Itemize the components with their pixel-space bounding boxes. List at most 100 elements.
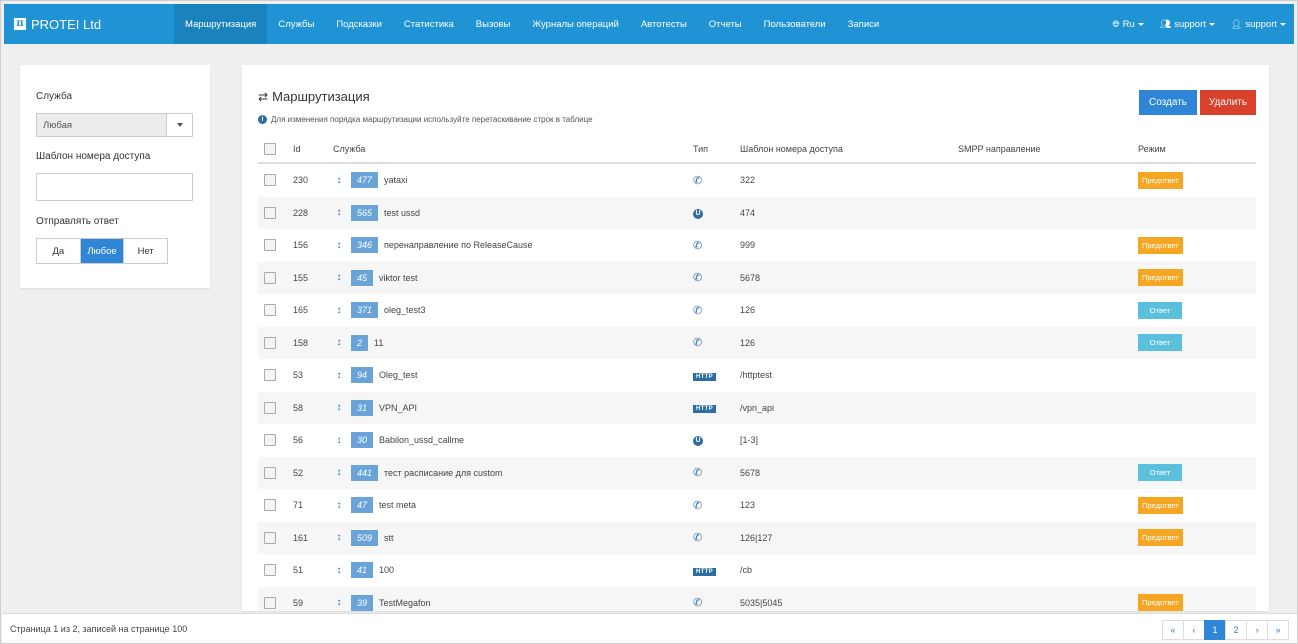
nav-item-3[interactable]: Статистика	[393, 4, 465, 44]
row-checkbox[interactable]	[264, 564, 276, 577]
brand[interactable]: π PROTEI Ltd	[4, 17, 174, 32]
user-group-menu[interactable]: 👥︎ support	[1152, 4, 1223, 44]
nav-item-5[interactable]: Журналы операций	[521, 4, 629, 44]
table-row[interactable]: 228 ↕ 565 test ussd U 474	[258, 196, 1256, 229]
dropdown-arrow-icon[interactable]	[166, 114, 192, 136]
row-checkbox[interactable]	[264, 531, 276, 544]
row-checkbox[interactable]	[264, 466, 276, 479]
drag-handle-icon[interactable]: ↕	[333, 597, 345, 608]
user-menu[interactable]: 👤︎ support	[1223, 4, 1294, 44]
drag-handle-icon[interactable]: ↕	[333, 305, 345, 316]
drag-handle-icon[interactable]: ↕	[333, 565, 345, 576]
column-header-id[interactable]: Id	[293, 144, 333, 154]
table-row[interactable]: 161 ↕ 509 stt ✆ 126|127 Предответ	[258, 521, 1256, 554]
page-button-5[interactable]: »	[1267, 620, 1289, 640]
table-row[interactable]: 56 ↕ 30 Babilon_ussd_callme U [1-3]	[258, 424, 1256, 457]
reply-option-2[interactable]: Нет	[124, 239, 168, 263]
table-row[interactable]: 230 ↕ 477 yataxi ✆ 322 Предответ	[258, 164, 1256, 197]
nav-item-8[interactable]: Пользователи	[753, 4, 837, 44]
row-checkbox[interactable]	[264, 336, 276, 349]
select-all-checkbox[interactable]	[264, 142, 276, 155]
row-select-cell	[258, 564, 293, 577]
page-button-0[interactable]: «	[1162, 620, 1184, 640]
row-checkbox[interactable]	[264, 596, 276, 609]
table-body: 230 ↕ 477 yataxi ✆ 322 Предответ 228 ↕ 565 test us…	[258, 164, 1256, 611]
template-input[interactable]	[36, 173, 193, 201]
column-header-type[interactable]: Тип	[693, 144, 740, 154]
drag-handle-icon[interactable]: ↕	[333, 272, 345, 283]
drag-handle-icon[interactable]: ↕	[333, 402, 345, 413]
row-checkbox[interactable]	[264, 369, 276, 382]
column-header-mode[interactable]: Режим	[1138, 144, 1256, 154]
nav-item-2[interactable]: Подсказки	[325, 4, 393, 44]
reply-option-0[interactable]: Да	[37, 239, 81, 263]
table-row[interactable]: 156 ↕ 346 перенаправление по ReleaseCause ✆ 9…	[258, 229, 1256, 262]
delete-button[interactable]: Удалить	[1200, 90, 1256, 115]
nav-item-1[interactable]: Службы	[267, 4, 325, 44]
drag-handle-icon[interactable]: ↕	[333, 500, 345, 511]
info-icon: i	[258, 115, 267, 124]
row-checkbox[interactable]	[264, 174, 276, 187]
ussd-icon: U	[693, 208, 703, 219]
row-service: ↕ 509 stt	[333, 529, 693, 546]
nav-item-7[interactable]: Отчеты	[698, 4, 753, 44]
phone-icon: ✆	[693, 499, 703, 512]
row-select-cell	[258, 434, 293, 447]
drag-handle-icon[interactable]: ↕	[333, 467, 345, 478]
table-row[interactable]: 51 ↕ 41 100 HTTP/cb	[258, 554, 1256, 587]
column-header-template[interactable]: Шаблон номера доступа	[740, 144, 958, 154]
drag-handle-icon[interactable]: ↕	[333, 207, 345, 218]
drag-handle-icon[interactable]: ↕	[333, 175, 345, 186]
service-id-badge: 94	[351, 367, 374, 384]
service-select[interactable]: Любая	[36, 113, 193, 137]
drag-handle-icon[interactable]: ↕	[333, 435, 345, 446]
nav-item-9[interactable]: Записи	[837, 4, 891, 44]
http-icon: HTTP	[693, 567, 716, 576]
row-checkbox[interactable]	[264, 239, 276, 252]
row-checkbox[interactable]	[264, 304, 276, 317]
row-template: [1-3]	[740, 435, 759, 446]
row-type: ✆	[693, 466, 740, 479]
row-checkbox[interactable]	[264, 434, 276, 447]
row-checkbox[interactable]	[264, 271, 276, 284]
table-row[interactable]: 165 ↕ 371 oleg_test3 ✆ 126 Ответ	[258, 294, 1256, 327]
drag-handle-icon[interactable]: ↕	[333, 370, 345, 381]
row-id: 165	[293, 305, 309, 316]
nav-item-0[interactable]: Маршрутизация	[174, 4, 268, 44]
column-header-service[interactable]: Служба	[333, 144, 693, 154]
create-button[interactable]: Создать	[1139, 90, 1197, 115]
drag-handle-icon[interactable]: ↕	[333, 240, 345, 251]
page-button-3[interactable]: 2	[1225, 620, 1247, 640]
row-mode: Ответ	[1138, 464, 1256, 482]
reply-option-1[interactable]: Любое	[80, 239, 125, 263]
page-button-2[interactable]: 1	[1204, 620, 1226, 640]
table-row[interactable]: 52 ↕ 441 тест расписание для custom ✆ 5678 Отв…	[258, 456, 1256, 489]
page-button-4[interactable]: ›	[1246, 620, 1268, 640]
service-name: 100	[379, 565, 395, 576]
table-row[interactable]: 158 ↕ 2 11 ✆ 126 Ответ	[258, 326, 1256, 359]
language-menu[interactable]: 🌐︎ Ru	[1104, 4, 1151, 44]
row-service: ↕ 346 перенаправление по ReleaseCause	[333, 237, 693, 254]
drag-handle-icon[interactable]: ↕	[333, 532, 345, 543]
row-select-cell	[258, 239, 293, 252]
table-row[interactable]: 58 ↕ 31 VPN_API HTTP/vpn_api	[258, 391, 1256, 424]
drag-handle-icon[interactable]: ↕	[333, 337, 345, 348]
table-row[interactable]: 71 ↕ 47 test meta ✆ 123 Предответ	[258, 489, 1256, 522]
service-id-badge: 2	[351, 334, 369, 351]
row-checkbox[interactable]	[264, 499, 276, 512]
page-button-1[interactable]: ‹	[1183, 620, 1205, 640]
row-type: HTTP	[693, 370, 740, 381]
nav-item-4[interactable]: Вызовы	[465, 4, 522, 44]
row-template: 322	[740, 175, 756, 186]
row-checkbox[interactable]	[264, 401, 276, 414]
drag-hint: i Для изменения порядка маршрутизации ис…	[258, 115, 593, 124]
row-checkbox[interactable]	[264, 206, 276, 219]
table-row[interactable]: 59 ↕ 39 TestMegafon ✆ 5035|5045 Предответ	[258, 586, 1256, 611]
nav-item-6[interactable]: Автотесты	[630, 4, 698, 44]
mode-badge: Предответ	[1138, 269, 1183, 287]
table-row[interactable]: 155 ↕ 45 viktor test ✆ 5678 Предответ	[258, 261, 1256, 294]
row-select-cell	[258, 401, 293, 414]
service-filter-label: Служба	[36, 91, 73, 102]
table-row[interactable]: 53 ↕ 94 Oleg_test HTTP/httptest	[258, 359, 1256, 392]
column-header-smpp[interactable]: SMPP направление	[958, 144, 1138, 154]
